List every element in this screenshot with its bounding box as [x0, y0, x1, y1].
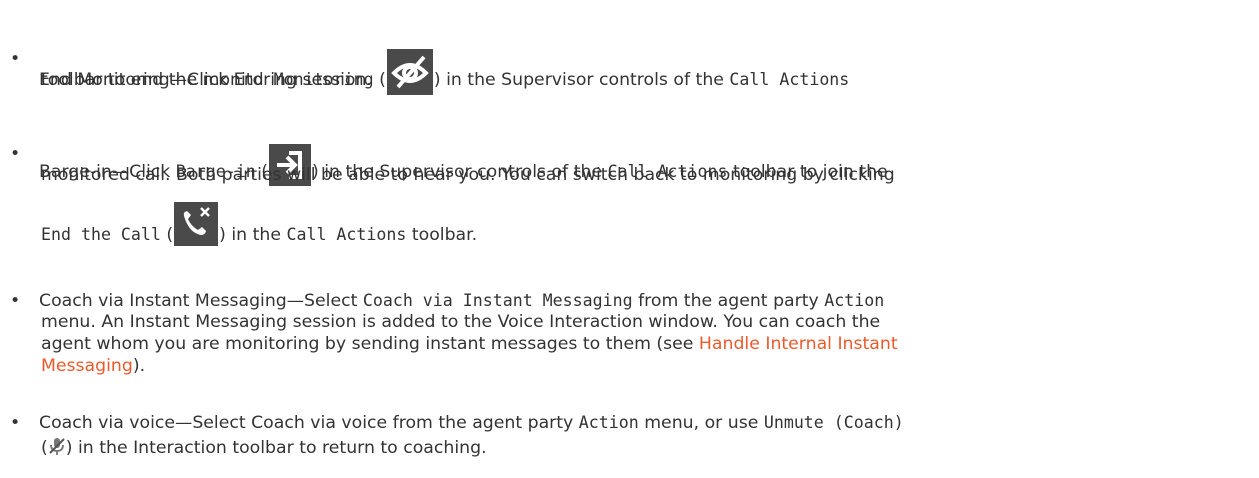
line: monitored call. Both parties will be abl…: [41, 165, 895, 185]
line: Messaging).: [41, 356, 145, 376]
link-handle-internal-im[interactable]: Handle Internal Instant: [699, 334, 898, 354]
bullet: •: [10, 144, 21, 164]
text: (: [373, 70, 386, 90]
text: ).: [132, 356, 146, 376]
text: (: [41, 438, 48, 458]
line: menu. An Instant Messaging session is ad…: [41, 312, 881, 332]
line: End the Call ( ) in the Call Actions tool…: [41, 202, 477, 246]
end-call-icon: [174, 202, 219, 246]
text: ) in the Interaction toolbar to return t…: [65, 438, 487, 458]
text: —Select: [286, 291, 363, 311]
microphone-muted-icon: [48, 436, 66, 456]
text: —Select Coach via voice from the agent p…: [175, 413, 579, 433]
ui-term: Call Actions: [729, 70, 850, 89]
item-term: Coach via Instant Messaging: [39, 291, 287, 311]
line: Coach via Instant Messaging—Select Coach…: [39, 291, 884, 311]
text: ) in the Supervisor controls of the: [433, 70, 730, 90]
eye-slash-icon: [386, 49, 433, 95]
text: (: [160, 225, 174, 245]
text: agent whom you are monitoring by sending…: [41, 334, 699, 354]
ui-term: Call Actions: [286, 225, 407, 244]
ui-term: Action: [578, 413, 639, 432]
link-handle-internal-im-cont[interactable]: Messaging: [41, 356, 133, 376]
text: ) in the: [219, 225, 287, 245]
ui-term: End the Call: [41, 225, 161, 244]
text: menu, or use: [638, 413, 764, 433]
bullet: •: [10, 413, 21, 433]
item-term: Coach via voice: [39, 413, 176, 433]
line: toolbar to end the monitoring session.: [41, 70, 372, 90]
line: ( ) in the Interaction toolbar to return …: [41, 436, 487, 458]
ui-term: Unmute (Coach): [763, 413, 904, 432]
text: from the agent party: [632, 291, 825, 311]
bullet: •: [10, 291, 21, 311]
bullet: •: [10, 49, 21, 69]
document-body: • End Monitoring—Click End Monitoring ()…: [0, 0, 1259, 478]
line: agent whom you are monitoring by sending…: [41, 334, 898, 354]
text: toolbar.: [406, 225, 478, 245]
ui-term: Coach via Instant Messaging: [362, 291, 633, 310]
ui-term: Action: [824, 291, 885, 310]
line: Coach via voice—Select Coach via voice f…: [39, 413, 904, 433]
